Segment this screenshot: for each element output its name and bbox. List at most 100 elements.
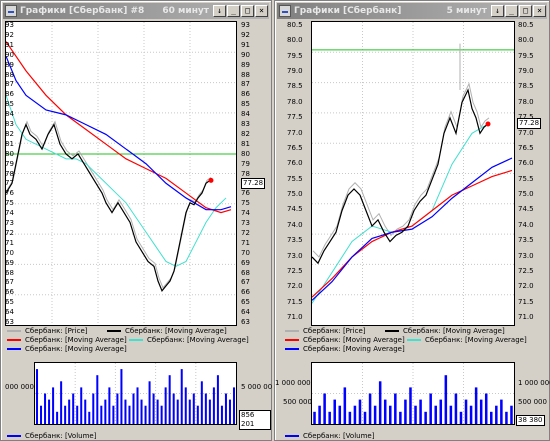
axis-tick-label: 83 xyxy=(5,120,14,128)
window-title: Графики [Сбербанк] #8 xyxy=(20,6,145,16)
volume-bar xyxy=(116,393,119,424)
volume-bar xyxy=(112,405,115,424)
axis-tick-label: 73.5 xyxy=(287,236,303,245)
price-chart[interactable] xyxy=(5,21,237,326)
axis-tick-label: 86 xyxy=(5,90,14,99)
legend: Сбербанк: [Price] Сбербанк: [Moving Aver… xyxy=(285,327,547,357)
volume-bar xyxy=(449,405,453,424)
minimize-button[interactable]: _ xyxy=(505,5,518,17)
volume-bar xyxy=(500,399,503,424)
axis-tick-label: 77.0 xyxy=(287,128,303,137)
axis-tick-label: 78 xyxy=(241,169,250,178)
minimize-button[interactable]: _ xyxy=(227,5,240,17)
volume-bar xyxy=(180,369,183,424)
volume-bar xyxy=(368,393,372,424)
axis-tick-label: 78.0 xyxy=(518,97,534,106)
price-chart[interactable] xyxy=(311,21,515,326)
ma-cyan-series xyxy=(312,123,489,304)
title-bar[interactable]: Графики [Сбербанк] 5 минут ↓ _ □ × xyxy=(277,3,547,19)
axis-tick-label: 65 xyxy=(5,298,14,307)
volume-bar xyxy=(124,399,127,424)
axis-tick-label: 83 xyxy=(241,120,250,128)
volume-chart[interactable] xyxy=(34,362,237,425)
axis-tick-label: 68 xyxy=(241,268,250,277)
maximize-button[interactable]: □ xyxy=(519,5,532,17)
volume-bar xyxy=(343,387,347,424)
axis-tick-label: 75.0 xyxy=(287,190,303,199)
chart-app-icon xyxy=(5,5,17,17)
axis-tick-label: 87 xyxy=(241,80,250,89)
axis-tick-label: 73.0 xyxy=(518,251,534,260)
volume-bar xyxy=(505,411,508,424)
volume-bar xyxy=(204,393,207,424)
volume-bar xyxy=(363,411,367,424)
axis-tick-label: 85 xyxy=(241,100,250,109)
last-price-tag: 77.28 xyxy=(241,178,266,189)
axis-tick-label: 80 xyxy=(241,149,250,158)
axis-tick-label: 91 xyxy=(241,40,250,49)
volume-bar xyxy=(176,399,179,424)
axis-tick-label: 80.0 xyxy=(287,36,303,45)
volume-bar xyxy=(96,375,99,424)
last-volume-tag: 856 201 xyxy=(239,410,271,430)
chart-window-5min[interactable]: Графики [Сбербанк] 5 минут ↓ _ □ × 80.5 8… xyxy=(274,0,550,441)
volume-bar xyxy=(168,375,171,424)
axis-tick-label: 76.0 xyxy=(518,159,534,168)
volume-bar xyxy=(84,399,87,424)
volume-bar xyxy=(439,399,443,424)
maximize-button[interactable]: □ xyxy=(241,5,254,17)
axis-tick-label: 69 xyxy=(5,258,14,267)
pin-icon[interactable]: ↓ xyxy=(491,5,504,17)
volume-bar xyxy=(474,387,478,424)
legend-ma-cyan: Сбербанк: [Moving Average] xyxy=(129,336,249,344)
axis-tick-label: 89 xyxy=(241,60,250,69)
axis-tick-label: 73.5 xyxy=(518,236,534,245)
volume-bar xyxy=(120,369,123,424)
volume-bar xyxy=(108,387,111,424)
axis-tick-label: 79.0 xyxy=(287,67,303,76)
volume-bar xyxy=(383,399,387,424)
volume-bar xyxy=(104,399,107,424)
axis-tick-label: 89 xyxy=(5,60,14,69)
axis-tick-label: 65 xyxy=(241,298,250,307)
axis-tick-label: 76.5 xyxy=(287,143,303,152)
pin-icon[interactable]: ↓ xyxy=(213,5,226,17)
axis-tick-label: 90 xyxy=(241,50,250,59)
axis-tick-label: 93 xyxy=(241,21,250,29)
volume-bar xyxy=(220,405,223,424)
axis-tick-label: 68 xyxy=(5,268,14,277)
volume-bar xyxy=(313,411,316,424)
close-button[interactable]: × xyxy=(255,5,268,17)
axis-tick-label: 71 xyxy=(241,238,250,247)
volume-chart[interactable] xyxy=(311,362,515,425)
volume-bar xyxy=(52,387,55,424)
volume-bar xyxy=(36,369,39,424)
volume-bar xyxy=(333,399,336,424)
volume-bar xyxy=(328,411,331,424)
title-bar[interactable]: Графики [Сбербанк] #8 60 минут ↓ _ □ × xyxy=(3,3,269,19)
volume-axis-left-mid: 500 000 xyxy=(283,398,312,406)
volume-bar xyxy=(232,387,235,424)
volume-bar xyxy=(76,405,79,424)
ma-blue-series xyxy=(6,55,232,211)
axis-tick-label: 64 xyxy=(5,308,14,317)
legend-ma-black: Сбербанк: [Moving Average] xyxy=(107,327,227,335)
volume-bar xyxy=(318,405,321,424)
ma-red-series xyxy=(6,41,232,214)
axis-tick-label: 75 xyxy=(241,199,250,208)
volume-bar xyxy=(208,399,211,424)
volume-bar xyxy=(464,399,468,424)
chart-window-60min[interactable]: Графики [Сбербанк] #8 60 минут ↓ _ □ × 9… xyxy=(0,0,272,441)
volume-bar xyxy=(40,405,43,424)
volume-bar xyxy=(184,387,187,424)
close-button[interactable]: × xyxy=(533,5,546,17)
axis-tick-label: 72.0 xyxy=(287,282,303,291)
volume-bar xyxy=(44,393,47,424)
volume-bar xyxy=(490,411,493,424)
volume-bar xyxy=(228,399,231,424)
volume-bar xyxy=(444,375,448,424)
axis-tick-label: 80.5 xyxy=(287,21,303,29)
axis-tick-label: 73 xyxy=(241,219,250,227)
axis-tick-label: 75.0 xyxy=(518,190,534,199)
volume-bar xyxy=(479,399,483,424)
